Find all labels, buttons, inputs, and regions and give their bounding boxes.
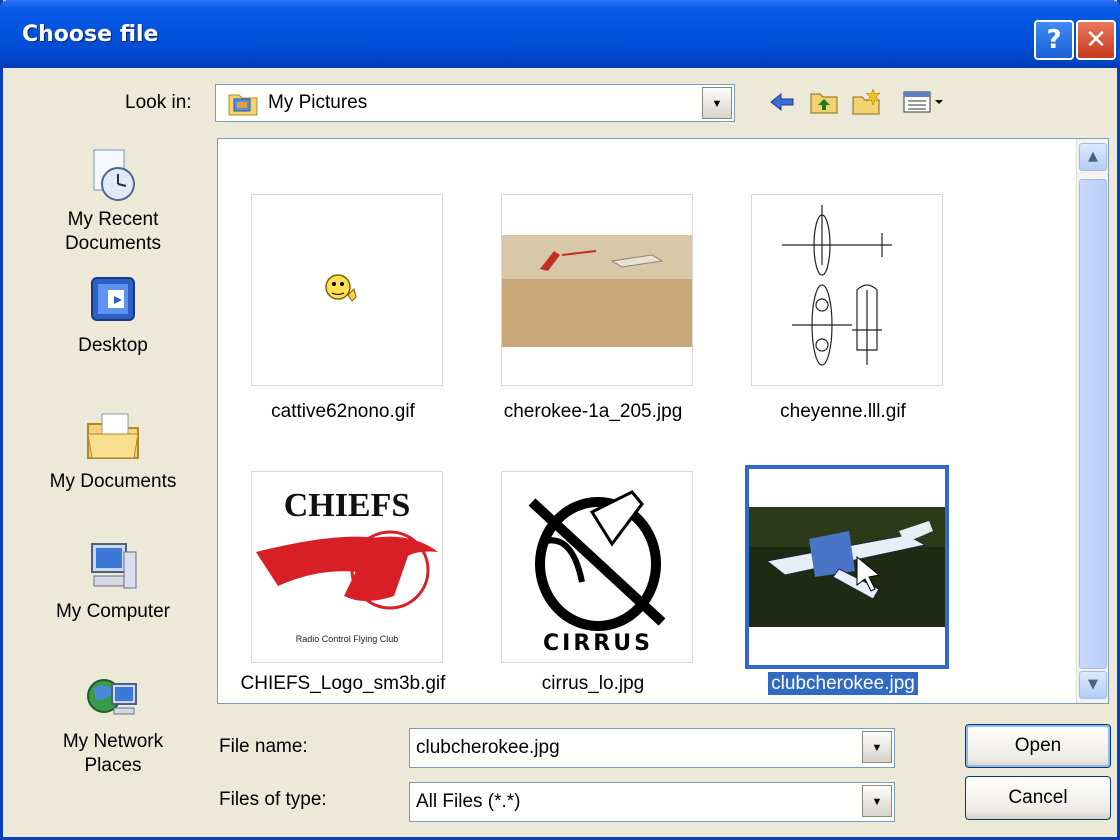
cheyenne-drawing <box>782 205 892 366</box>
file-name: cherokee-1a_205.jpg <box>503 401 683 422</box>
file-name: cheyenne.lll.gif <box>780 401 906 422</box>
place-label: My Computer <box>55 601 171 622</box>
cirrus-logo: CIRRUS <box>528 490 666 656</box>
thumbnail <box>751 194 943 386</box>
file-name: clubcherokee.jpg <box>768 672 918 695</box>
chiefs-logo-title: CHIEFS <box>284 487 411 524</box>
thumbnail: CHIEFS Radio Control Flying Club <box>251 471 443 663</box>
my-documents-icon <box>87 413 139 459</box>
file-name: CHIEFS_Logo_sm3b.gif <box>240 673 446 694</box>
open-button[interactable]: Open <box>965 724 1111 768</box>
close-button[interactable]: ✕ <box>1076 20 1116 60</box>
desktop-icon <box>91 277 135 321</box>
file-type-dropdown-arrow[interactable]: ▼ <box>862 785 892 817</box>
thumbnail <box>501 194 693 386</box>
thumbnail <box>251 194 443 386</box>
place-my-computer[interactable]: My Computer <box>33 538 193 624</box>
place-label: My Network Places <box>62 731 164 776</box>
places-bar: My Recent Documents Desktop My Documents <box>33 140 191 830</box>
place-label: Desktop <box>78 335 148 356</box>
place-my-recent-documents[interactable]: My Recent Documents <box>33 146 193 256</box>
vertical-scrollbar[interactable]: ▲ ▼ <box>1076 139 1108 703</box>
my-pictures-folder-icon <box>228 94 258 116</box>
file-name: cattive62nono.gif <box>271 401 415 422</box>
recent-documents-icon <box>93 149 135 201</box>
place-label: My Documents <box>49 471 177 492</box>
smiley-icon <box>325 274 357 302</box>
file-name-field[interactable]: clubcherokee.jpg ▼ <box>409 728 895 768</box>
cancel-button[interactable]: Cancel <box>965 776 1111 820</box>
scroll-down-button[interactable]: ▼ <box>1079 671 1107 699</box>
club-cherokee-photo <box>749 507 945 627</box>
place-label: My Recent Documents <box>64 209 162 254</box>
file-name-label: File name: <box>219 736 308 757</box>
choose-file-dialog: Choose file ? ✕ Look in: My Pictures ▼ M… <box>0 0 1120 840</box>
place-desktop[interactable]: Desktop <box>33 272 193 358</box>
file-type-label: Files of type: <box>219 789 327 810</box>
airplane-box-photo <box>502 235 692 347</box>
look-in-value: My Pictures <box>268 92 368 113</box>
help-button[interactable]: ? <box>1034 20 1074 60</box>
title-bar[interactable]: Choose file ? ✕ <box>0 0 1120 68</box>
place-my-network-places[interactable]: My Network Places <box>33 668 193 778</box>
look-in-label: Look in: <box>125 92 192 113</box>
chiefs-logo-subtitle: Radio Control Flying Club <box>296 634 399 644</box>
file-name-dropdown-arrow[interactable]: ▼ <box>862 731 892 763</box>
file-name-value: clubcherokee.jpg <box>416 737 560 758</box>
file-name: cirrus_lo.jpg <box>541 673 645 694</box>
look-in-dropdown-arrow[interactable]: ▼ <box>702 87 732 119</box>
file-list-pane[interactable]: cattive62nono.gif cherokee-1a_205.jpg ch… <box>217 138 1109 704</box>
scroll-up-button[interactable]: ▲ <box>1079 143 1107 171</box>
up-folder-icon[interactable] <box>809 88 839 116</box>
place-my-documents[interactable]: My Documents <box>33 408 193 494</box>
file-type-value: All Files (*.*) <box>416 791 521 812</box>
my-computer-icon <box>91 543 137 589</box>
look-in-dropdown[interactable]: My Pictures ▼ <box>215 84 735 122</box>
file-type-dropdown[interactable]: All Files (*.*) ▼ <box>409 782 895 822</box>
views-menu-icon[interactable] <box>901 88 949 116</box>
scrollbar-thumb[interactable] <box>1079 179 1107 669</box>
chiefs-logo: CHIEFS Radio Control Flying Club <box>256 487 438 644</box>
cirrus-logo-text: CIRRUS <box>543 631 653 656</box>
new-folder-icon[interactable] <box>851 88 881 116</box>
back-icon[interactable] <box>767 88 797 116</box>
thumbnail <box>745 465 949 669</box>
network-places-icon <box>87 679 137 715</box>
thumbnail: CIRRUS <box>501 471 693 663</box>
dialog-title: Choose file <box>22 22 159 47</box>
